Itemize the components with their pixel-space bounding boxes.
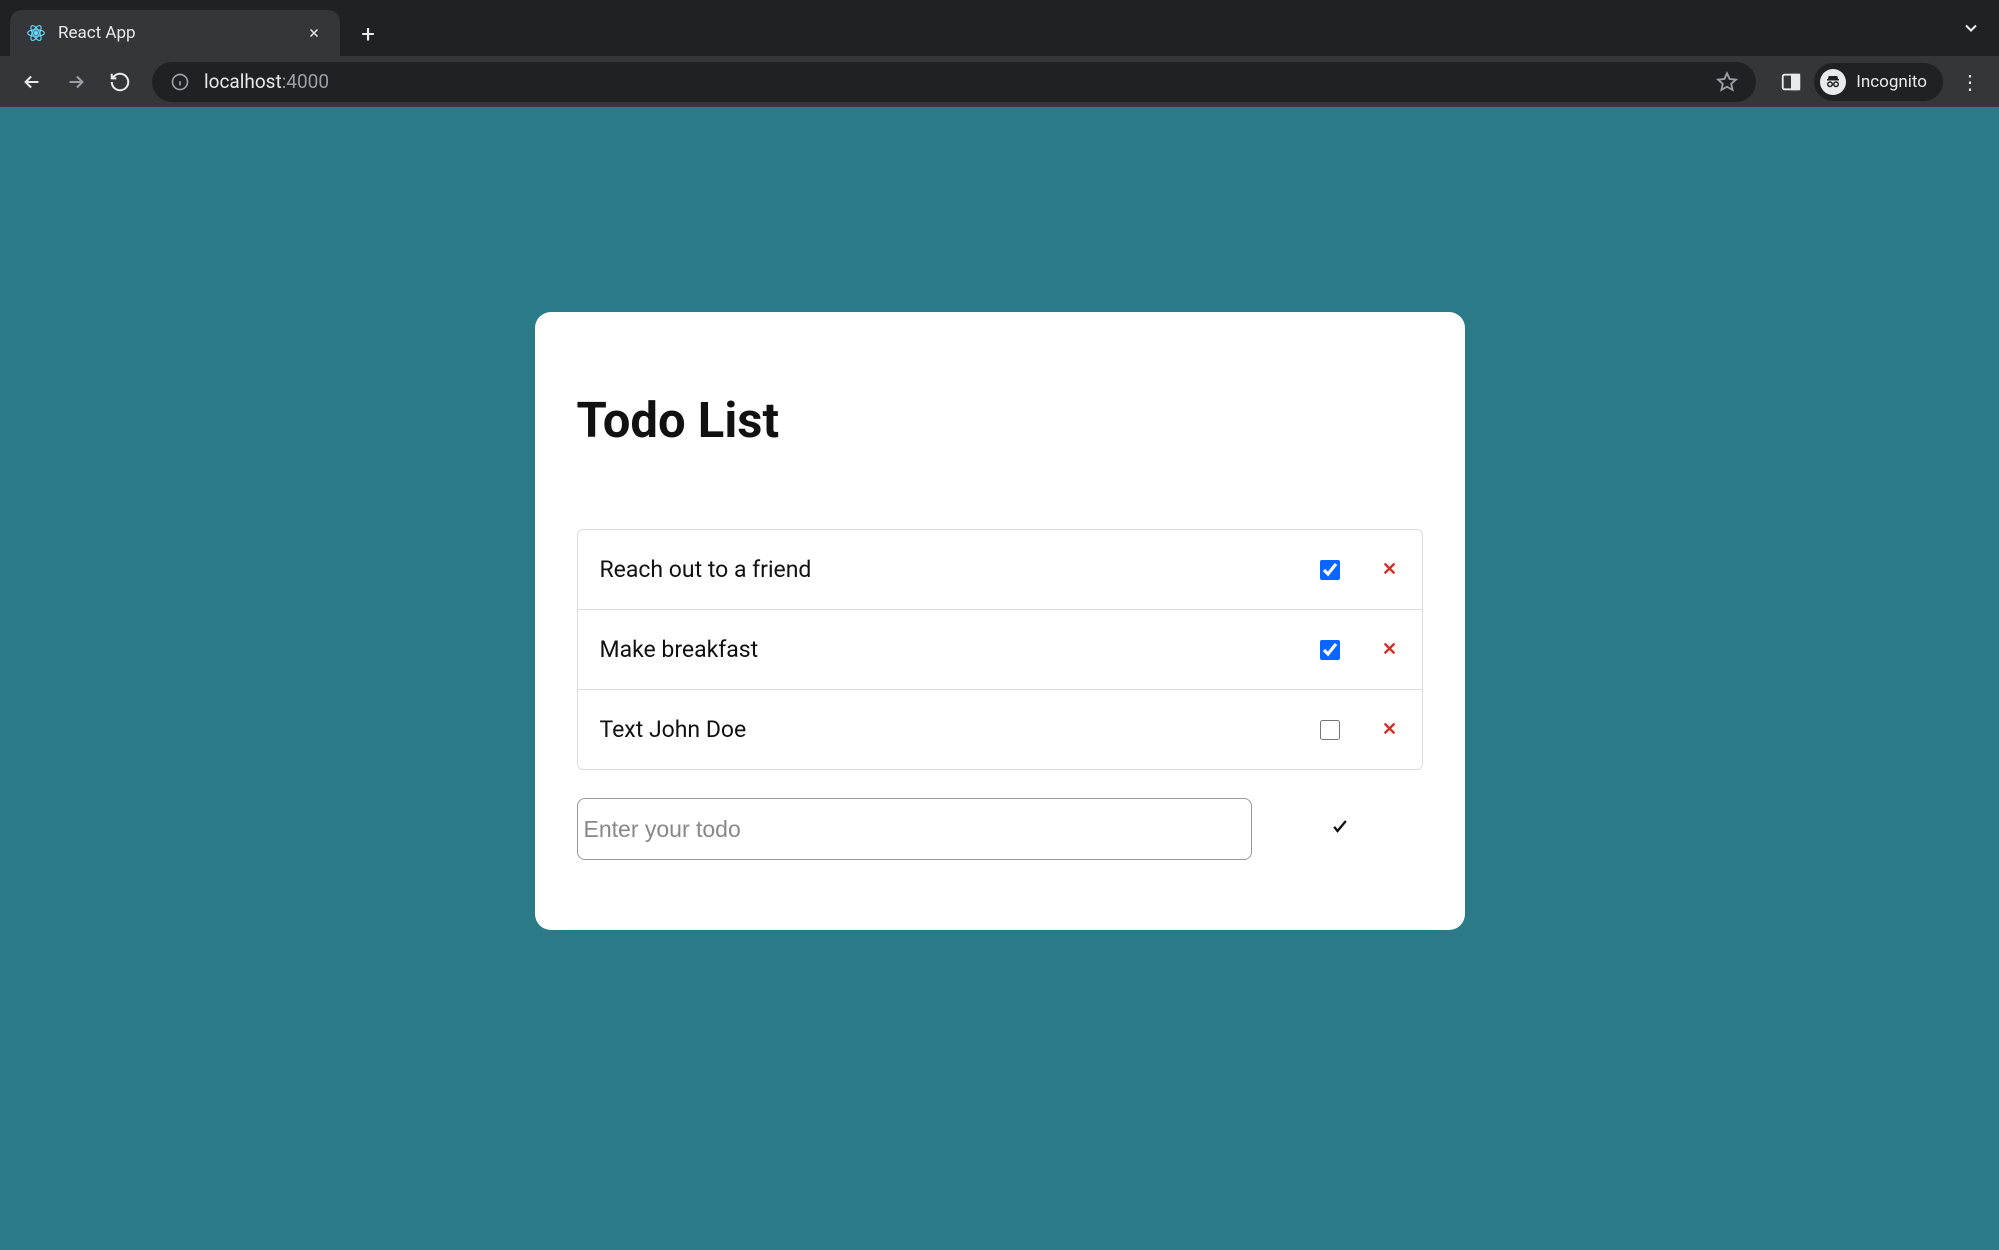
todo-checkbox[interactable] — [1320, 640, 1340, 660]
new-tab-button[interactable]: + — [348, 14, 388, 54]
delete-icon[interactable]: ✕ — [1380, 559, 1400, 580]
todo-checkbox[interactable] — [1320, 720, 1340, 740]
react-favicon-icon — [26, 23, 46, 43]
browser-menu-button[interactable]: ⋮ — [1955, 64, 1985, 100]
tabs-overflow-icon[interactable] — [1961, 18, 1981, 43]
forward-button[interactable] — [58, 64, 94, 100]
incognito-label: Incognito — [1856, 72, 1927, 92]
bookmark-star-icon[interactable] — [1716, 71, 1738, 93]
address-bar[interactable]: localhost:4000 — [152, 62, 1756, 102]
browser-chrome: React App + — [0, 0, 1999, 107]
new-todo-input[interactable] — [577, 798, 1252, 860]
incognito-badge[interactable]: Incognito — [1814, 63, 1943, 101]
todo-checkbox[interactable] — [1320, 560, 1340, 580]
page-title: Todo List — [577, 392, 1423, 449]
add-todo-row — [577, 798, 1423, 860]
back-button[interactable] — [14, 64, 50, 100]
delete-icon[interactable]: ✕ — [1380, 719, 1400, 740]
browser-toolbar: localhost:4000 — [0, 56, 1999, 107]
todo-text: Reach out to a friend — [600, 556, 1320, 583]
incognito-icon — [1820, 69, 1846, 95]
delete-icon[interactable]: ✕ — [1380, 639, 1400, 660]
url-host: localhost — [204, 70, 282, 93]
sidepanel-icon[interactable] — [1780, 71, 1802, 93]
site-info-icon[interactable] — [170, 72, 190, 92]
tab-title: React App — [58, 23, 292, 43]
todo-text: Text John Doe — [600, 716, 1320, 743]
close-tab-icon[interactable] — [304, 23, 324, 43]
browser-tab[interactable]: React App — [10, 10, 340, 56]
todo-row: Reach out to a friend ✕ — [578, 530, 1422, 610]
todo-row: Make breakfast ✕ — [578, 610, 1422, 690]
todo-card: Todo List Reach out to a friend ✕ Make b… — [535, 312, 1465, 930]
add-todo-button[interactable] — [1322, 807, 1358, 851]
url-port: :4000 — [282, 70, 329, 93]
toolbar-right: Incognito ⋮ — [1780, 63, 1985, 101]
page-viewport: Todo List Reach out to a friend ✕ Make b… — [0, 107, 1999, 1250]
reload-button[interactable] — [102, 64, 138, 100]
todo-text: Make breakfast — [600, 636, 1320, 663]
todo-list: Reach out to a friend ✕ Make breakfast ✕… — [577, 529, 1423, 770]
todo-row: Text John Doe ✕ — [578, 690, 1422, 769]
url-text: localhost:4000 — [204, 70, 1702, 93]
tab-bar: React App + — [0, 0, 1999, 56]
